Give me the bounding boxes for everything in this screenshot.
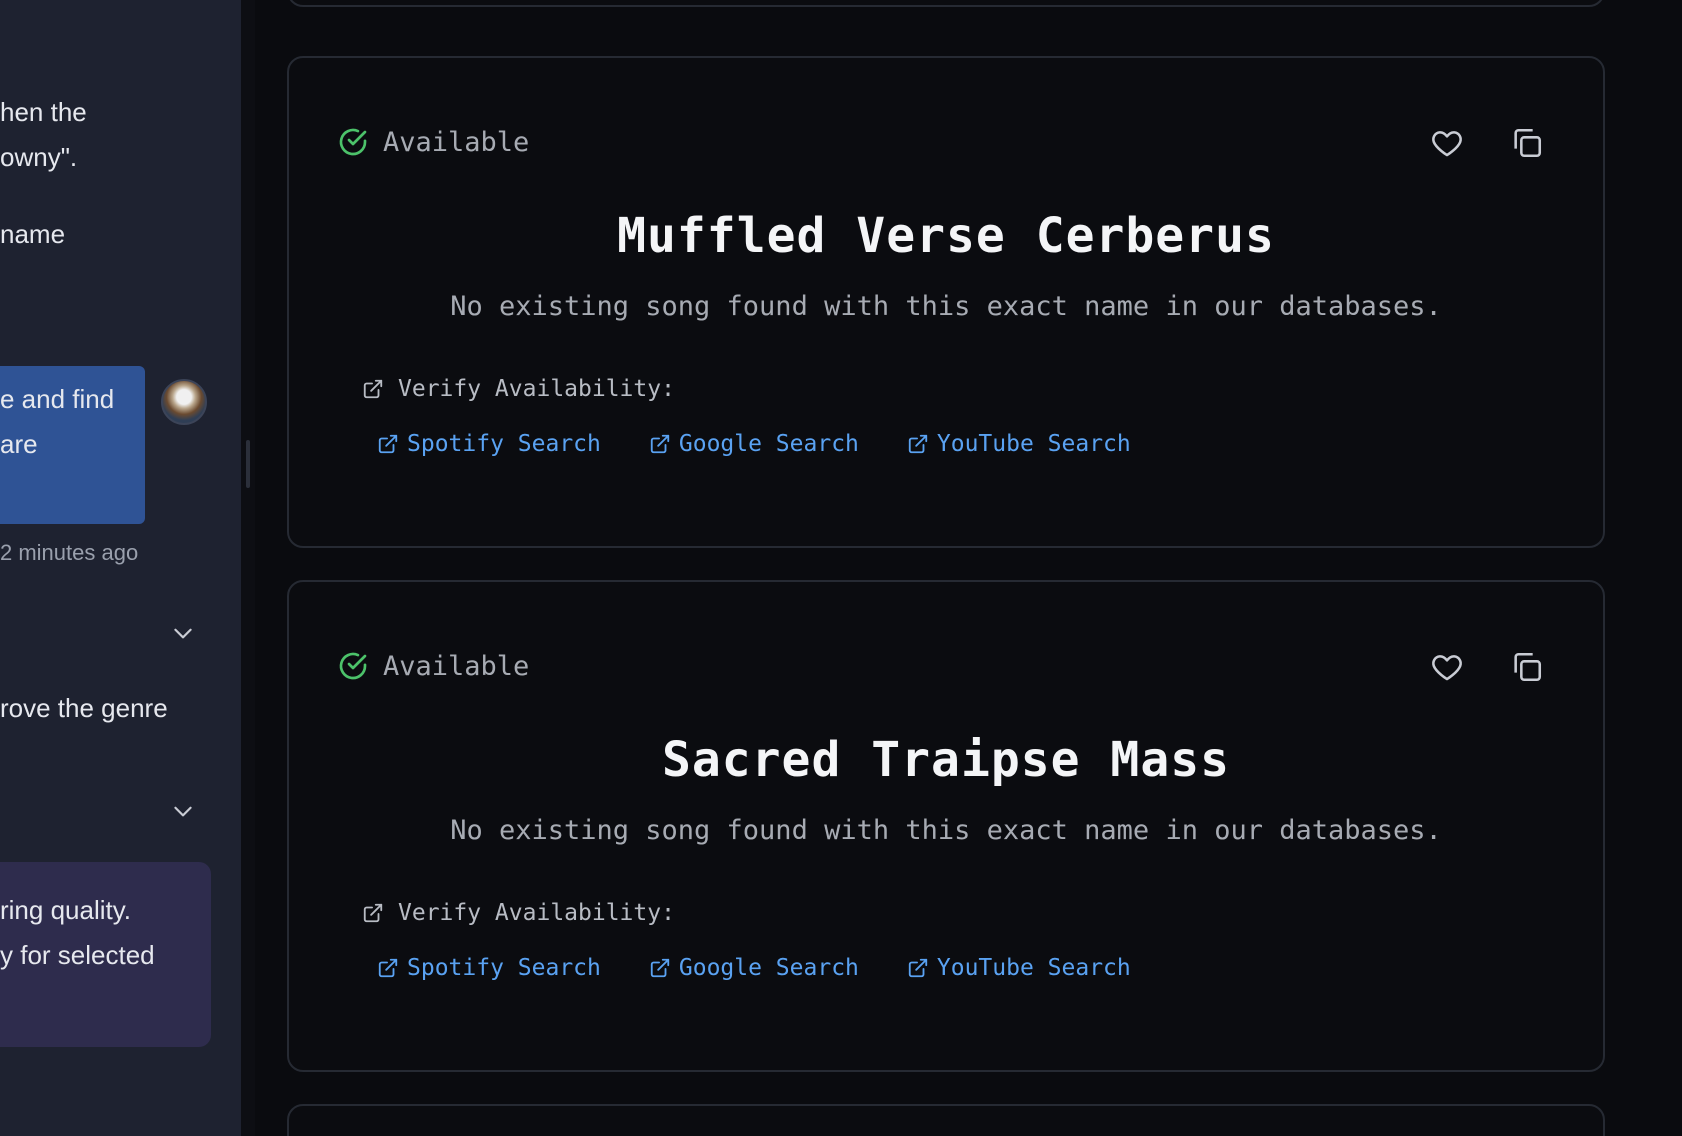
external-link-icon bbox=[363, 903, 383, 923]
chat-text-line: hen the bbox=[0, 97, 87, 127]
link-label: YouTube Search bbox=[936, 955, 1131, 981]
status-label: Available bbox=[383, 650, 530, 682]
link-label: Spotify Search bbox=[407, 431, 601, 457]
assistant-message-line: y for selected bbox=[0, 940, 155, 970]
copy-icon[interactable] bbox=[1510, 126, 1544, 160]
link-label: Google Search bbox=[678, 431, 859, 457]
search-links: Spotify Search Google Search YouTube Sea… bbox=[377, 955, 1131, 981]
song-title: Muffled Verse Cerberus bbox=[617, 208, 1275, 264]
search-links: Spotify Search Google Search YouTube Sea… bbox=[377, 431, 1131, 457]
chat-text-line: name bbox=[0, 219, 66, 249]
external-link-icon bbox=[650, 434, 670, 454]
external-link-icon bbox=[378, 958, 398, 978]
avatar bbox=[161, 379, 207, 425]
verify-label: Verify Availability: bbox=[398, 376, 675, 402]
external-link-icon bbox=[908, 434, 928, 454]
chat-panel: hen the owny". name e and find are 2 min… bbox=[0, 0, 241, 1136]
link-label: Google Search bbox=[678, 955, 859, 981]
song-title: Sacred Traipse Mass bbox=[661, 732, 1231, 788]
user-message-line: are bbox=[0, 429, 38, 459]
heart-icon[interactable] bbox=[1430, 126, 1464, 160]
panel-divider bbox=[241, 0, 255, 1136]
youtube-search-link[interactable]: YouTube Search bbox=[907, 431, 1131, 457]
heart-icon[interactable] bbox=[1430, 650, 1464, 684]
google-search-link[interactable]: Google Search bbox=[649, 431, 859, 457]
result-card: Available Muffled Verse Cerberus No exis… bbox=[287, 56, 1605, 548]
spotify-search-link[interactable]: Spotify Search bbox=[377, 431, 601, 457]
chat-text-line: rove the genre bbox=[0, 693, 168, 723]
verify-availability: Verify Availability: bbox=[362, 376, 675, 402]
song-description: No existing song found with this exact n… bbox=[450, 291, 1442, 322]
availability-status: Available bbox=[337, 126, 529, 158]
song-description: No existing song found with this exact n… bbox=[450, 815, 1442, 846]
status-label: Available bbox=[383, 126, 530, 158]
copy-icon[interactable] bbox=[1510, 650, 1544, 684]
youtube-search-link[interactable]: YouTube Search bbox=[907, 955, 1131, 981]
external-link-icon bbox=[363, 379, 383, 399]
check-circle-icon bbox=[339, 652, 367, 680]
assistant-message-line: ring quality. bbox=[0, 895, 132, 925]
spotify-search-link[interactable]: Spotify Search bbox=[377, 955, 601, 981]
external-link-icon bbox=[908, 958, 928, 978]
link-label: YouTube Search bbox=[936, 431, 1131, 457]
result-card: Available Sacred Traipse Mass No existin… bbox=[287, 580, 1605, 1072]
verify-label: Verify Availability: bbox=[398, 900, 675, 926]
availability-status: Available bbox=[337, 650, 529, 682]
external-link-icon bbox=[378, 434, 398, 454]
check-circle-icon bbox=[339, 128, 367, 156]
result-card-partial bbox=[287, 1104, 1605, 1136]
link-label: Spotify Search bbox=[407, 955, 601, 981]
app-window: hen the owny". name e and find are 2 min… bbox=[0, 0, 1682, 1136]
chevron-down-icon[interactable] bbox=[170, 620, 196, 646]
google-search-link[interactable]: Google Search bbox=[649, 955, 859, 981]
verify-availability: Verify Availability: bbox=[362, 900, 675, 926]
message-timestamp: 2 minutes ago bbox=[0, 540, 139, 565]
result-card-partial bbox=[287, 0, 1605, 7]
user-message-line: e and find bbox=[0, 384, 115, 414]
resize-handle[interactable] bbox=[246, 440, 250, 488]
chat-text-line: owny". bbox=[0, 142, 78, 172]
external-link-icon bbox=[650, 958, 670, 978]
chevron-down-icon[interactable] bbox=[170, 798, 196, 824]
